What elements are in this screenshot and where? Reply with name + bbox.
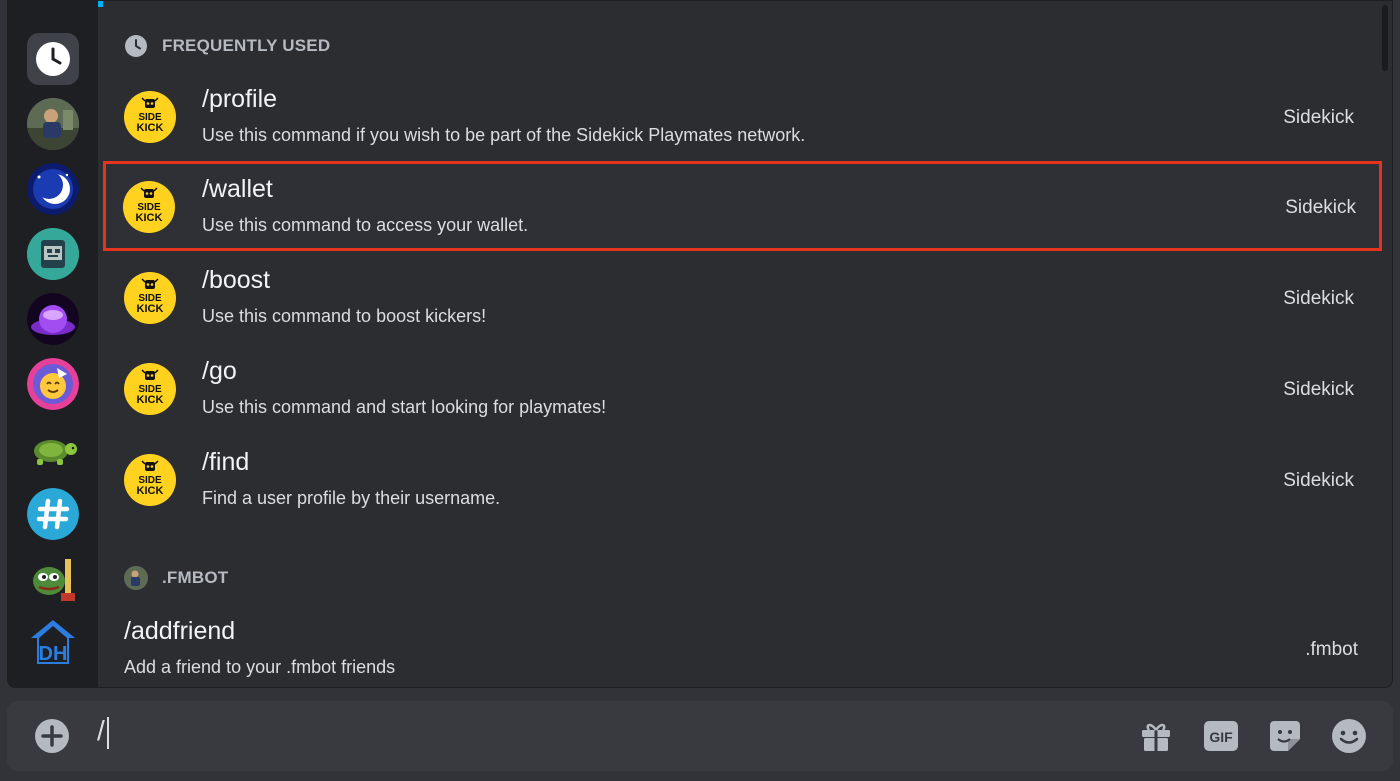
svg-text:GIF: GIF [1209,729,1233,745]
command-description: Use this command to boost kickers! [202,306,487,326]
command-item-wallet[interactable]: SIDE KICK /wallet Use this command to ac… [103,161,1382,251]
svg-text:DH: DH [39,643,68,665]
command-description: Use this command if you wish to be part … [202,125,806,145]
planet-server-icon[interactable] [27,293,79,345]
command-description: Add a friend to your .fmbot friends [124,657,396,677]
pepe-server-icon[interactable] [27,553,79,605]
message-composer: / GIF [7,701,1393,771]
command-item-find[interactable]: SIDE KICK /find Find a user profile by t… [104,436,1382,524]
gif-button[interactable]: GIF [1203,718,1239,754]
clock-icon [124,34,148,58]
command-name: /find [202,448,250,476]
frequently-used-header: FREQUENTLY USED [124,34,330,58]
pepe-icon [33,559,75,601]
sidekick-logo-icon: SIDE KICK [123,181,175,233]
dh-server-icon[interactable]: DH [27,616,79,668]
command-name: /boost [202,266,271,294]
turtle-icon [34,440,77,465]
svg-text:KICK: KICK [136,212,163,224]
frequently-used-rail-button[interactable] [27,33,79,85]
message-input[interactable]: / [97,715,109,749]
command-source: .fmbot [1305,639,1358,660]
hashtag-server-icon[interactable] [27,488,79,540]
party-emoji-icon [27,358,79,410]
smiley-icon [1332,719,1366,753]
sidekick-logo-icon: SIDE KICK [124,363,176,415]
svg-text:KICK: KICK [137,394,164,406]
emoji-server-icon[interactable] [27,358,79,410]
sidekick-logo-icon: SIDE KICK [124,454,176,506]
svg-text:KICK: KICK [137,485,164,497]
clock-icon [36,42,70,76]
command-item-profile[interactable]: SIDE KICK /profile Use this command if y… [104,73,1382,161]
command-name: /wallet [202,175,273,203]
svg-text:KICK: KICK [137,303,164,315]
section-title: FREQUENTLY USED [162,36,331,55]
moon-server-icon[interactable] [27,163,79,215]
sticker-icon [1270,721,1300,751]
command-source: Sidekick [1283,107,1354,128]
sticker-button[interactable] [1267,718,1303,754]
fmbot-avatar-icon [124,566,148,590]
command-description: Use this command to access your wallet. [202,215,529,235]
command-item-go[interactable]: SIDE KICK /go Use this command and start… [104,345,1382,433]
gift-button[interactable] [1138,718,1174,754]
scrollbar[interactable] [1382,5,1388,71]
command-list: FREQUENTLY USED SIDE KICK /profile Use t… [98,1,1392,687]
command-source: Sidekick [1283,379,1354,400]
command-name: /go [202,357,237,385]
purple-planet-icon [27,293,79,345]
upload-button[interactable] [34,718,70,754]
house-dh-icon: DH [31,620,75,665]
command-name: /addfriend [124,617,236,645]
command-item-boost[interactable]: SIDE KICK /boost Use this command to boo… [104,254,1382,342]
command-description: Find a user profile by their username. [202,488,501,508]
message-input-value: / [97,715,105,746]
robot-icon [27,228,79,280]
command-source: Sidekick [1283,288,1354,309]
command-source: Sidekick [1285,197,1356,218]
application-rail: DH [8,1,98,687]
hashtag-icon [27,488,79,540]
sidekick-logo-icon: SIDE KICK [124,272,176,324]
command-item-addfriend[interactable]: /addfriend Add a friend to your .fmbot f… [104,605,1382,687]
gift-icon [1142,723,1170,751]
robot-server-icon[interactable] [27,228,79,280]
server-photo-icon[interactable] [27,98,79,150]
emoji-button[interactable] [1331,718,1367,754]
command-autocomplete-popup: DH FREQUENTLY USED SIDE KICK /profile Us… [7,0,1393,688]
sidekick-logo-icon: SIDE KICK [124,91,176,143]
command-description: Use this command and start looking for p… [202,397,607,417]
text-caret [106,716,109,749]
gif-icon: GIF [1204,721,1238,751]
turtle-server-icon[interactable] [27,423,79,475]
moon-icon [27,163,79,215]
section-title: .FMBOT [162,568,229,587]
command-source: Sidekick [1283,470,1354,491]
command-name: /profile [202,85,278,113]
svg-text:KICK: KICK [137,122,164,134]
fmbot-header: .FMBOT [124,566,228,590]
photo-avatar-icon [27,98,79,150]
plus-circle-icon [35,719,69,753]
